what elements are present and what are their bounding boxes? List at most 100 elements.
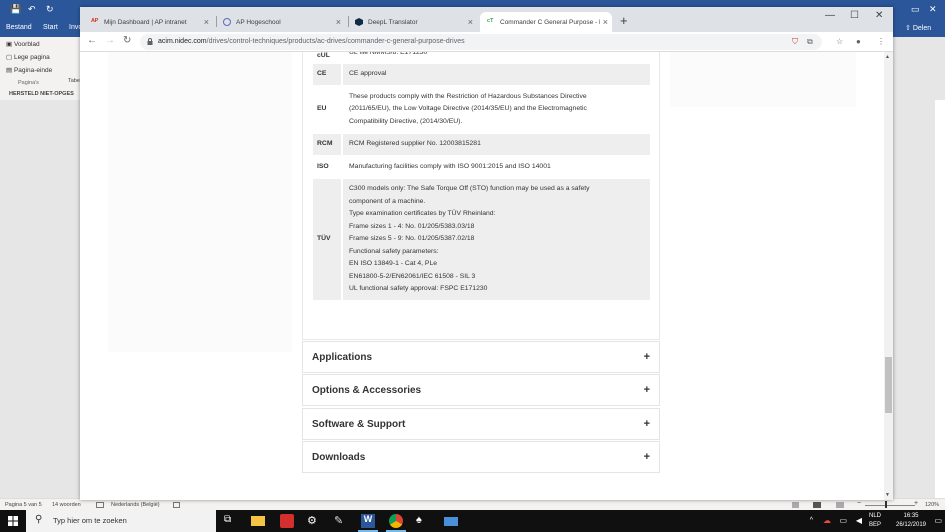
zoom-level[interactable]: 120% (925, 502, 939, 508)
zoom-in-icon[interactable]: + (914, 500, 918, 507)
zoom-out-icon[interactable]: − (857, 500, 861, 507)
macro-icon[interactable] (173, 502, 180, 508)
language-bep[interactable]: BEP (869, 522, 881, 528)
taskbar-search[interactable]: ⚲ Typ hier om te zoeken (26, 510, 216, 532)
word-page-edge (935, 100, 945, 498)
bookmark-star-icon[interactable]: ☆ (836, 37, 843, 46)
page-break-button[interactable]: ▤ Pagina-einde (6, 66, 52, 74)
tab-deepl[interactable]: DeepL Translator × (349, 12, 477, 32)
accordion-applications[interactable]: Applications + (302, 341, 660, 373)
accordion-software-support[interactable]: Software & Support + (302, 408, 660, 440)
word-canvas-left (0, 100, 80, 498)
proofing-icon[interactable] (96, 502, 104, 508)
zoom-slider-handle[interactable] (885, 501, 887, 508)
spec-key: RCM (313, 134, 343, 155)
translate-icon[interactable]: ⧉ (807, 37, 813, 46)
tray-app-icon[interactable]: ☁ (823, 516, 831, 525)
page-count[interactable]: Pagina 5 van 5 (5, 502, 42, 508)
word-count[interactable]: 14 woorden (52, 502, 81, 508)
spec-value-line: Frame sizes 5 - 9: No. 01/205/5387.02/18 (349, 235, 475, 242)
spec-key: EU (317, 105, 327, 112)
maximize-icon[interactable]: ☐ (850, 10, 859, 21)
ribbon-tab-file[interactable]: Bestand (6, 24, 32, 31)
back-icon[interactable]: ← (87, 36, 97, 46)
volume-icon[interactable]: ◀ (856, 516, 862, 525)
forward-icon[interactable]: → (105, 36, 115, 46)
tab-ap-intranet[interactable]: ᴬᴾ Mijn Dashboard | AP intranet × (85, 12, 213, 32)
blank-page-button[interactable]: ▢ Lege pagina (6, 53, 50, 61)
tab-nidec-active[interactable]: ᶜᵀ Commander C General Purpose - Nidec × (480, 12, 612, 32)
print-layout-icon[interactable] (813, 502, 821, 508)
spec-value-line: CE approval (349, 70, 387, 77)
ap-hogeschool-icon (223, 18, 231, 26)
close-tab-icon[interactable]: × (468, 17, 473, 27)
accordion-options-accessories[interactable]: Options & Accessories + (302, 374, 660, 406)
table-button-label[interactable]: Tabe (68, 78, 80, 84)
app-icon[interactable]: ✎ (334, 514, 348, 528)
accordion-downloads[interactable]: Downloads + (302, 441, 660, 473)
save-icon[interactable]: 💾 (10, 4, 21, 14)
tab-ap-hogeschool[interactable]: AP Hogeschool × (217, 12, 345, 32)
spec-value: CE approval (343, 64, 650, 85)
ap-intranet-icon: ᴬᴾ (91, 17, 99, 26)
spec-value-line: EN61800-5-2/EN62061/IEC 61508 - SIL 3 (349, 272, 476, 280)
close-tab-icon[interactable]: × (204, 17, 209, 27)
scroll-thumb[interactable] (885, 357, 892, 413)
address-bar[interactable]: acim.nidec.com/drives/control-techniques… (140, 34, 822, 50)
restore-icon[interactable]: ▭ (911, 4, 920, 14)
clock-date[interactable]: 26/12/2019 (889, 522, 933, 528)
page-viewport: cUL UL file NMMS/8. E171230 CE CE approval E… (80, 52, 884, 500)
file-explorer-icon[interactable] (251, 516, 265, 526)
task-view-icon[interactable]: ⧉ (224, 514, 238, 528)
close-tab-icon[interactable]: × (336, 17, 341, 27)
chrome-icon[interactable] (386, 514, 406, 532)
ribbon-tab-home[interactable]: Start (43, 24, 58, 31)
close-icon[interactable]: ✕ (929, 4, 937, 14)
reload-icon[interactable]: ↻ (123, 36, 131, 46)
spec-row: RCM RCM Registered supplier No. 120038152… (313, 134, 650, 155)
scroll-down-icon[interactable]: ▼ (885, 492, 890, 498)
clock-time[interactable]: 16:35 (889, 513, 933, 519)
spec-row: CE CE approval (313, 64, 650, 85)
spec-card: cUL UL file NMMS/8. E171230 CE CE approval E… (302, 52, 660, 340)
minimize-icon[interactable]: — (825, 10, 835, 21)
read-mode-icon[interactable] (792, 502, 799, 508)
settings-icon[interactable]: ⚙ (307, 514, 321, 528)
web-layout-icon[interactable] (836, 502, 844, 508)
spec-value: UL file NMMS/8. E171230 (343, 52, 650, 62)
scroll-up-icon[interactable]: ▲ (885, 54, 890, 60)
extension-icon[interactable]: ⛉ (792, 37, 798, 46)
share-button[interactable]: ⇧ Delen (905, 24, 931, 32)
menu-icon[interactable]: ⋮ (877, 37, 885, 46)
word-icon[interactable]: W (358, 514, 378, 532)
language-indicator[interactable]: Nederlands (België) (111, 502, 160, 508)
spec-value: Manufacturing facilities comply with ISO… (343, 157, 650, 178)
spec-value-line: These products comply with the Restricti… (349, 92, 587, 100)
app-icon[interactable] (444, 517, 458, 526)
cover-page-button[interactable]: ▣ Voorblad (6, 40, 40, 48)
spec-value-line: C300 models only: The Safe Torque Off (S… (349, 185, 590, 192)
spec-value-line: Manufacturing facilities comply with ISO… (349, 162, 551, 170)
profile-icon[interactable]: ● (856, 37, 861, 46)
window-close-icon[interactable]: ✕ (875, 10, 883, 21)
spec-value-line: UL functional safety approval: FSPC E171… (349, 285, 488, 292)
windows-start-icon[interactable] (8, 516, 18, 526)
spec-value-line: Functional safety parameters: (349, 247, 439, 255)
new-tab-button[interactable]: + (620, 13, 628, 28)
show-hidden-icons[interactable]: ^ (810, 517, 813, 524)
spec-value: C300 models only: The Safe Torque Off (S… (343, 179, 650, 300)
undo-icon[interactable]: ↶ (28, 4, 36, 14)
app-icon[interactable]: ♠ (416, 514, 430, 528)
spec-key: CE (313, 64, 343, 85)
redo-icon[interactable]: ↻ (46, 4, 54, 14)
expand-icon: + (643, 451, 650, 463)
close-tab-icon[interactable]: × (603, 17, 608, 27)
expand-icon: + (643, 418, 650, 430)
page-scrollbar[interactable]: ▲ ▼ (884, 52, 893, 500)
notifications-icon[interactable]: ▭ (934, 516, 942, 525)
language-nld[interactable]: NLD (869, 513, 881, 519)
zoom-slider[interactable] (865, 505, 915, 506)
network-icon[interactable]: ▭ (839, 516, 847, 525)
app-icon[interactable] (280, 514, 294, 528)
spec-value-line: UL file NMMS/8. E171230 (349, 52, 428, 56)
